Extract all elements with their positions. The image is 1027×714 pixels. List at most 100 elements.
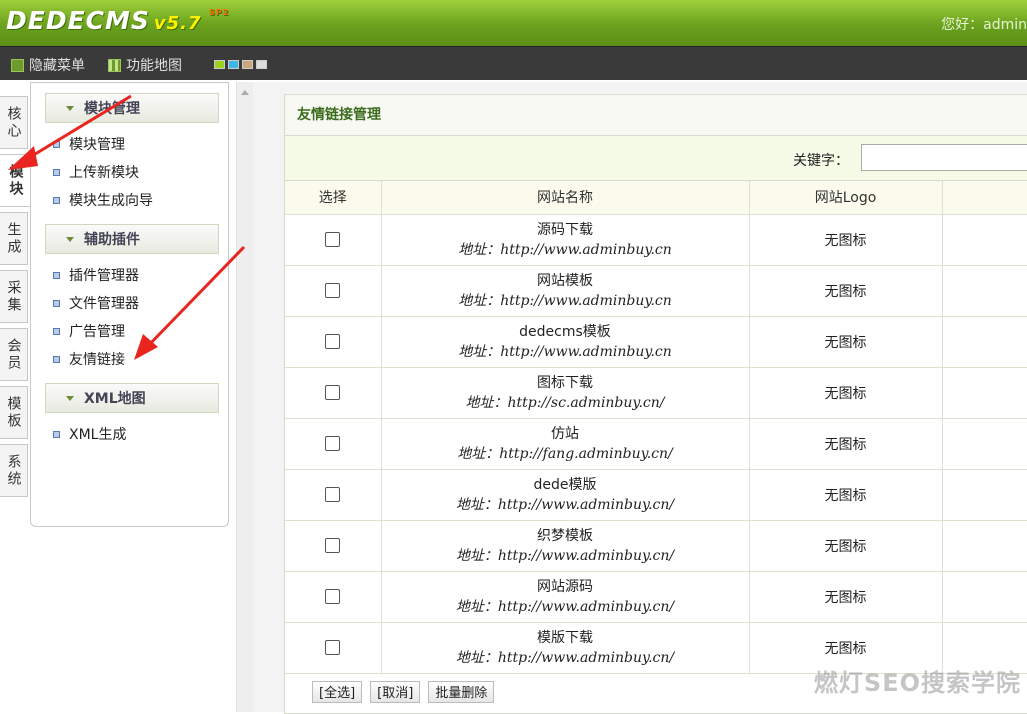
site-url: 地址：http://www.adminbuy.cn/ <box>382 495 749 515</box>
menu-group-title: XML地图 <box>84 388 146 408</box>
side-tab-template[interactable]: 模板 <box>0 386 28 439</box>
side-tab-generate[interactable]: 生成 <box>0 212 28 265</box>
row-checkbox[interactable] <box>325 283 340 298</box>
version-sub-label: SP2 <box>209 8 229 17</box>
hide-menu-label: 隐藏菜单 <box>29 55 85 75</box>
site-map-button[interactable]: 功能地图 <box>108 55 182 75</box>
table-row: 网站源码地址：http://www.adminbuy.cn/无图标 <box>285 571 1027 622</box>
site-name[interactable]: dede模版 <box>382 475 749 495</box>
bullet-icon <box>53 328 60 335</box>
menu-item-label: 广告管理 <box>69 321 125 341</box>
cancel-select-button[interactable]: [取消] <box>370 681 420 703</box>
side-tab-collect[interactable]: 采集 <box>0 270 28 323</box>
site-name[interactable]: 织梦模板 <box>382 526 749 546</box>
row-checkbox[interactable] <box>325 487 340 502</box>
site-name[interactable]: dedecms模板 <box>382 322 749 342</box>
row-checkbox[interactable] <box>325 640 340 655</box>
row-extra-cell <box>942 520 1027 571</box>
caret-down-icon <box>66 237 74 242</box>
hide-menu-button[interactable]: 隐藏菜单 <box>11 55 85 75</box>
dedecms-logo: DEDECMSv5.7 SP2 <box>6 6 202 35</box>
menu-item-ad-manage[interactable]: 广告管理 <box>53 317 228 345</box>
site-name[interactable]: 模版下载 <box>382 628 749 648</box>
site-name[interactable]: 图标下载 <box>382 373 749 393</box>
row-checkbox[interactable] <box>325 538 340 553</box>
side-tab-module[interactable]: 模块 <box>0 154 31 207</box>
site-name[interactable]: 仿站 <box>382 424 749 444</box>
menu-item-file-manager[interactable]: 文件管理器 <box>53 289 228 317</box>
row-extra-cell <box>942 418 1027 469</box>
col-header-site-logo: 网站Logo <box>749 181 942 214</box>
keyword-input[interactable] <box>861 144 1027 171</box>
site-name-cell: dedecms模板地址：http://www.adminbuy.cn <box>381 316 749 367</box>
menu-item-module-manage[interactable]: 模块管理 <box>53 130 228 158</box>
batch-delete-button[interactable]: 批量删除 <box>428 681 494 703</box>
select-all-button[interactable]: [全选] <box>312 681 362 703</box>
side-tab-core[interactable]: 核心 <box>0 96 28 149</box>
menu-item-label: 上传新模块 <box>69 162 139 182</box>
site-name-cell: 网站模板地址：http://www.adminbuy.cn <box>381 265 749 316</box>
module-menu: 模块管理 模块管理 上传新模块 模块生成向导 辅助插件 插件管理器 文件管理器 … <box>30 82 229 527</box>
site-logo-cell: 无图标 <box>749 214 942 265</box>
site-url: 地址：http://www.adminbuy.cn/ <box>382 597 749 617</box>
row-select-cell <box>285 265 381 316</box>
bullet-icon <box>53 169 60 176</box>
side-tab-member[interactable]: 会员 <box>0 328 28 381</box>
menu-group-module-manage[interactable]: 模块管理 <box>45 93 219 123</box>
row-select-cell <box>285 622 381 673</box>
side-tab-system[interactable]: 系统 <box>0 444 28 497</box>
row-extra-cell <box>942 214 1027 265</box>
table-row: dede模版地址：http://www.adminbuy.cn/无图标 <box>285 469 1027 520</box>
table-header-row: 选择 网站名称 网站Logo <box>285 181 1027 214</box>
menu-group-plugins[interactable]: 辅助插件 <box>45 224 219 254</box>
row-extra-cell <box>942 265 1027 316</box>
site-name[interactable]: 网站模板 <box>382 271 749 291</box>
menu-item-plugin-manager[interactable]: 插件管理器 <box>53 261 228 289</box>
version-label: v5.7 <box>154 13 202 34</box>
row-checkbox[interactable] <box>325 385 340 400</box>
row-checkbox[interactable] <box>325 334 340 349</box>
site-map-label: 功能地图 <box>126 55 182 75</box>
collapse-arrow-icon <box>241 90 249 95</box>
table-row: 仿站地址：http://fang.adminbuy.cn/无图标 <box>285 418 1027 469</box>
menu-item-friend-links[interactable]: 友情链接 <box>53 345 228 373</box>
main-area: 友情链接管理 关键字： 选择 网站名称 网站Logo 源码下载地址：http:/… <box>253 82 1027 712</box>
menu-item-label: 模块生成向导 <box>69 190 153 210</box>
menu-item-module-wizard[interactable]: 模块生成向导 <box>53 186 228 214</box>
page-title: 友情链接管理 <box>285 95 1027 136</box>
row-select-cell <box>285 571 381 622</box>
site-logo-cell: 无图标 <box>749 520 942 571</box>
menu-item-label: 模块管理 <box>69 134 125 154</box>
bullet-icon <box>53 197 60 204</box>
menu-group-xml-map[interactable]: XML地图 <box>45 383 219 413</box>
site-name[interactable]: 源码下载 <box>382 220 749 240</box>
menu-item-label: 文件管理器 <box>69 293 139 313</box>
site-logo-cell: 无图标 <box>749 469 942 520</box>
menu-item-xml-generate[interactable]: XML生成 <box>53 420 228 448</box>
skin-swatch-brown[interactable] <box>242 60 253 69</box>
row-checkbox[interactable] <box>325 232 340 247</box>
skin-swatch-gray[interactable] <box>256 60 267 69</box>
site-logo-cell: 无图标 <box>749 265 942 316</box>
site-url: 地址：http://www.adminbuy.cn <box>382 240 749 260</box>
site-url: 地址：http://www.adminbuy.cn/ <box>382 648 749 668</box>
row-checkbox[interactable] <box>325 436 340 451</box>
row-extra-cell <box>942 367 1027 418</box>
row-checkbox[interactable] <box>325 589 340 604</box>
menu-collapse-strip[interactable] <box>236 82 253 712</box>
site-logo-cell: 无图标 <box>749 571 942 622</box>
table-row: 图标下载地址：http://sc.adminbuy.cn/无图标 <box>285 367 1027 418</box>
site-name[interactable]: 网站源码 <box>382 577 749 597</box>
skin-swatch-green[interactable] <box>214 60 225 69</box>
row-select-cell <box>285 316 381 367</box>
menu-group-title: 辅助插件 <box>84 229 140 249</box>
bullet-icon <box>53 356 60 363</box>
site-url: 地址：http://www.adminbuy.cn/ <box>382 546 749 566</box>
table-row: 网站模板地址：http://www.adminbuy.cn无图标 <box>285 265 1027 316</box>
table-row: 织梦模板地址：http://www.adminbuy.cn/无图标 <box>285 520 1027 571</box>
menu-item-upload-module[interactable]: 上传新模块 <box>53 158 228 186</box>
top-header: DEDECMSv5.7 SP2 您好：admin <box>0 0 1027 46</box>
bullet-icon <box>53 431 60 438</box>
row-select-cell <box>285 469 381 520</box>
skin-swatch-blue[interactable] <box>228 60 239 69</box>
